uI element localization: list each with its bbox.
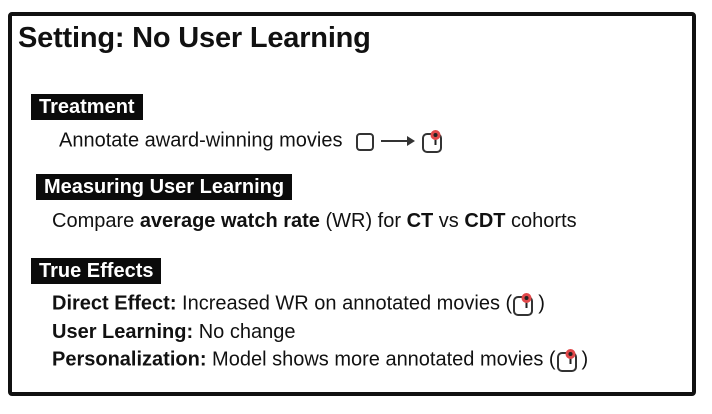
- measuring-mid1: (WR) for: [319, 210, 407, 232]
- user-learning-label: User Learning:: [52, 321, 194, 343]
- user-learning-line: User Learning: No change: [52, 319, 295, 345]
- measuring-bold-ct: CT: [406, 210, 434, 232]
- annotated-item-icon: [512, 290, 538, 318]
- annotated-item-icon: [556, 346, 582, 374]
- right-arrow-icon: [380, 134, 416, 148]
- treatment-line: Annotate award-winning movies: [59, 127, 447, 155]
- personalization-close: ): [581, 348, 589, 371]
- personalization-label: Personalization:: [52, 348, 207, 371]
- measuring-post: cohorts: [505, 210, 577, 232]
- page-title: Setting: No User Learning: [18, 22, 371, 54]
- personalization-line: Personalization: Model shows more annota…: [52, 346, 588, 374]
- measuring-mid2: vs: [433, 210, 465, 232]
- measuring-bold-metric: average watch rate: [139, 210, 320, 232]
- measuring-line: Compare average watch rate (WR) for CT v…: [52, 208, 577, 234]
- measuring-pre: Compare: [52, 210, 140, 232]
- user-learning-text: No change: [193, 321, 296, 343]
- measuring-tag: Measuring User Learning: [36, 174, 293, 200]
- empty-item-icon: [356, 128, 375, 154]
- direct-effect-line: Direct Effect: Increased WR on annotated…: [52, 290, 545, 318]
- measuring-bold-cdt: CDT: [464, 210, 506, 232]
- personalization-text: Model shows more annotated movies (: [206, 348, 556, 371]
- true-effects-tag: True Effects: [31, 258, 162, 284]
- direct-effect-text: Increased WR on annotated movies (: [176, 292, 513, 315]
- direct-effect-label: Direct Effect:: [52, 292, 177, 315]
- treatment-text: Annotate award-winning movies: [59, 129, 343, 152]
- direct-effect-close: ): [538, 292, 545, 315]
- treatment-tag: Treatment: [31, 94, 143, 120]
- annotated-item-icon: [421, 127, 447, 155]
